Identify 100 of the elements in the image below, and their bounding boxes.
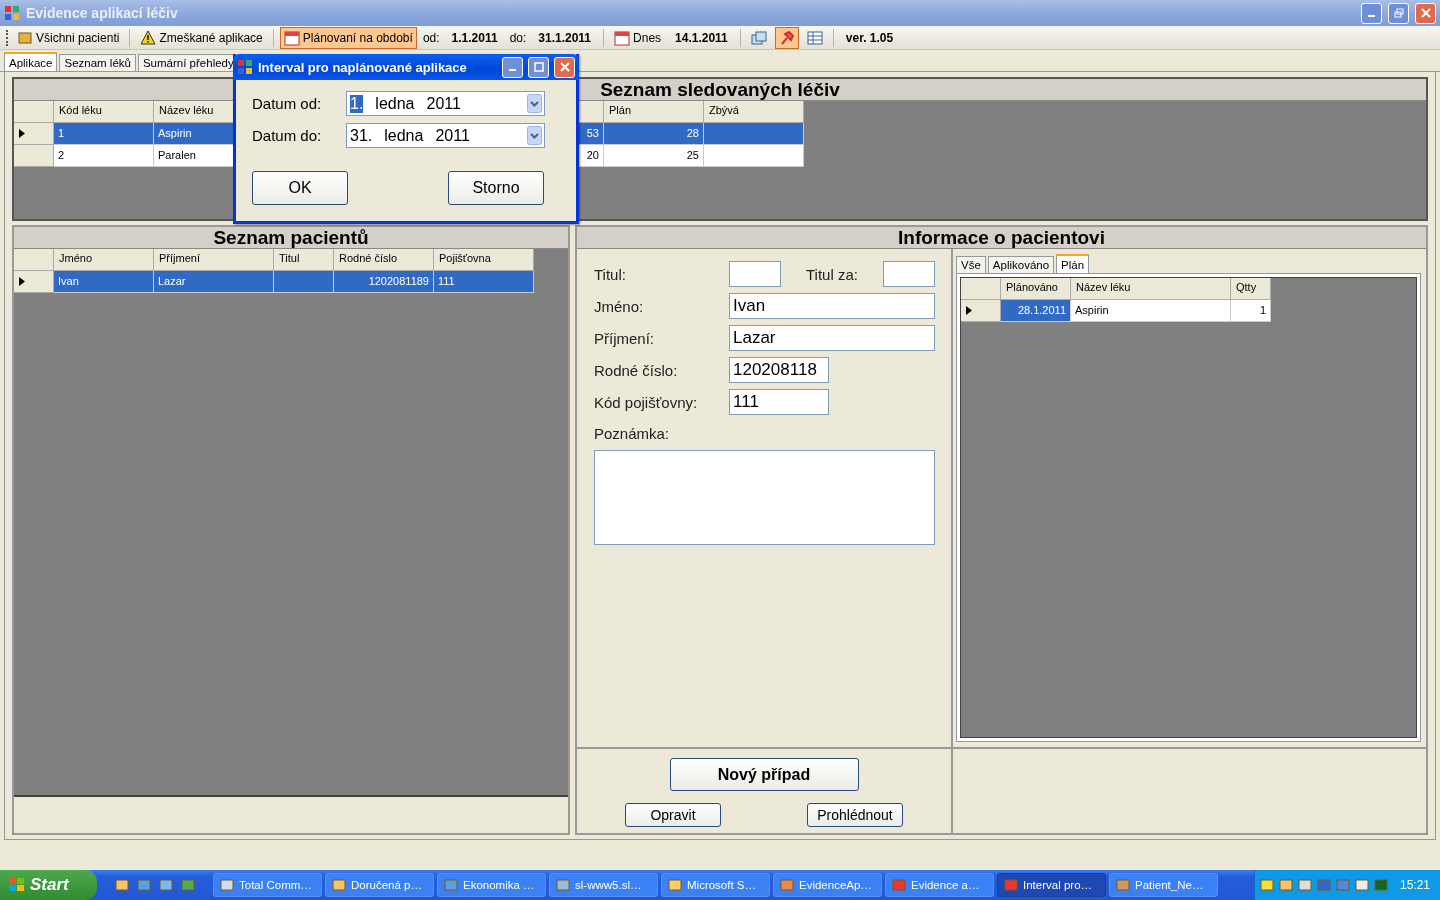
pin-icon (778, 29, 795, 46)
maximize-button[interactable] (528, 56, 549, 78)
ok-button[interactable]: OK (252, 171, 348, 205)
restore-button[interactable] (1388, 2, 1409, 24)
tab[interactable]: Vše (956, 256, 986, 273)
toolbar-value: 14.1.2011 (674, 30, 729, 45)
folder-icon (17, 29, 33, 46)
clock: 15:21 (1399, 878, 1430, 892)
window-icon (443, 877, 459, 893)
row-header (14, 249, 54, 271)
column-header[interactable]: Rodné číslo (334, 249, 434, 271)
dialog-title: Interval pro naplánované aplikace (258, 59, 468, 75)
new-case-button[interactable]: Nový případ (669, 758, 859, 791)
window-icon (1003, 877, 1019, 893)
close-icon (1420, 8, 1431, 18)
column-header[interactable]: Titul (274, 249, 334, 271)
close-icon (559, 62, 570, 72)
toolbar-label: do: (508, 30, 528, 45)
toolbar-button[interactable]: Všichni pacienti (13, 26, 124, 49)
row-header[interactable] (14, 123, 54, 145)
taskbar-button[interactable]: Microsoft S… (661, 873, 770, 897)
toolbar-button[interactable]: Zmeškané aplikace (136, 26, 267, 49)
toolbar-button[interactable] (774, 26, 799, 49)
column-header[interactable]: Kód léku (54, 101, 154, 123)
taskbar-button[interactable]: Interval pro… (997, 873, 1106, 897)
section-heading: Informace o pacientovi (577, 227, 1426, 249)
field-label: Příjmení: (594, 329, 655, 347)
edit-button[interactable]: Opravit (625, 803, 721, 827)
date-picker[interactable]: 31. ledna 2011 (346, 123, 545, 148)
row-header (961, 278, 1001, 300)
row-header (14, 101, 54, 123)
taskbar-button[interactable]: sl-www5.sl… (549, 873, 658, 897)
input-field[interactable]: 120208118 (729, 357, 829, 383)
date-picker[interactable]: 1. ledna 2011 (346, 91, 545, 116)
tab[interactable]: Plán (1056, 254, 1090, 273)
row-header[interactable] (961, 300, 1001, 322)
calendar-icon (614, 29, 631, 46)
taskbar-button[interactable]: Doručená p… (325, 873, 434, 897)
note-field[interactable] (594, 450, 935, 545)
app-icon (4, 5, 20, 21)
column-header[interactable]: Qtty (1231, 278, 1271, 300)
window-icon (779, 877, 795, 893)
column-header[interactable]: Příjmení (154, 249, 274, 271)
toolbar-button[interactable]: Dnes (610, 26, 666, 49)
windows-logo-icon (8, 877, 26, 893)
cancel-button[interactable]: Storno (448, 171, 544, 205)
windows-icon (750, 29, 767, 46)
input-field[interactable] (883, 261, 935, 287)
current-row-icon (19, 129, 25, 138)
current-row-icon (19, 277, 25, 286)
taskbar-button[interactable]: EvidenceAp… (773, 873, 882, 897)
tab[interactable]: Seznam léků (59, 54, 136, 71)
table-cell: 111 (434, 271, 534, 293)
input-field[interactable] (729, 261, 781, 287)
field-label: Kód pojišťovny: (594, 393, 699, 411)
toolbar-value: 1.1.2011 (450, 30, 499, 45)
start-button[interactable]: Start (0, 870, 97, 900)
column-header[interactable]: Jméno (54, 249, 154, 271)
input-field[interactable]: Ivan (729, 293, 935, 319)
column-header[interactable]: Zbývá (704, 101, 804, 123)
section-heading: Seznam pacientů (14, 227, 568, 249)
view-button[interactable]: Prohlédnout (807, 803, 903, 827)
column-header[interactable]: Pojišťovna (434, 249, 534, 271)
tab[interactable]: Aplikace (4, 52, 58, 71)
window-icon (1115, 877, 1131, 893)
table-cell: 28.1.2011 (1001, 300, 1071, 322)
taskbar-button[interactable]: Ekonomika … (437, 873, 546, 897)
window-icon (219, 877, 235, 893)
table-cell: 1 (1231, 300, 1271, 322)
field-label: Poznámka: (594, 425, 671, 442)
field-label: Titul za: (806, 265, 859, 283)
dropdown-icon (527, 126, 542, 145)
minimize-button[interactable] (1361, 2, 1382, 24)
close-button[interactable] (1415, 2, 1436, 24)
table-cell: 1 (54, 123, 154, 145)
current-row-icon (966, 306, 972, 315)
column-header[interactable]: Plán (604, 101, 704, 123)
column-header[interactable]: Název léku (1071, 278, 1231, 300)
input-field[interactable]: 111 (729, 389, 829, 415)
taskbar-button[interactable]: Evidence a… (885, 873, 994, 897)
table-cell: 25 (604, 145, 704, 167)
restore-icon (1393, 8, 1404, 18)
taskbar-button[interactable]: Total Comm… (213, 873, 322, 897)
row-header[interactable] (14, 271, 54, 293)
table-cell: Lazar (154, 271, 274, 293)
column-header[interactable]: Plánováno (1001, 278, 1071, 300)
taskbar-button[interactable]: Patient_Ne… (1109, 873, 1218, 897)
window-icon (331, 877, 347, 893)
tab[interactable]: Aplikováno (987, 256, 1055, 273)
toolbar-button[interactable]: Plánovaní na období (279, 26, 417, 49)
table-icon (806, 29, 823, 46)
warning-icon (140, 29, 157, 46)
minimize-button[interactable] (502, 56, 523, 78)
table-cell: 1202081189 (334, 271, 434, 293)
toolbar-value: ver. 1.05 (844, 30, 895, 45)
table-cell: 2 (54, 145, 154, 167)
close-button[interactable] (554, 56, 575, 78)
input-field[interactable]: Lazar (729, 325, 935, 351)
window-icon (555, 877, 571, 893)
table-cell: Aspirin (1071, 300, 1231, 322)
